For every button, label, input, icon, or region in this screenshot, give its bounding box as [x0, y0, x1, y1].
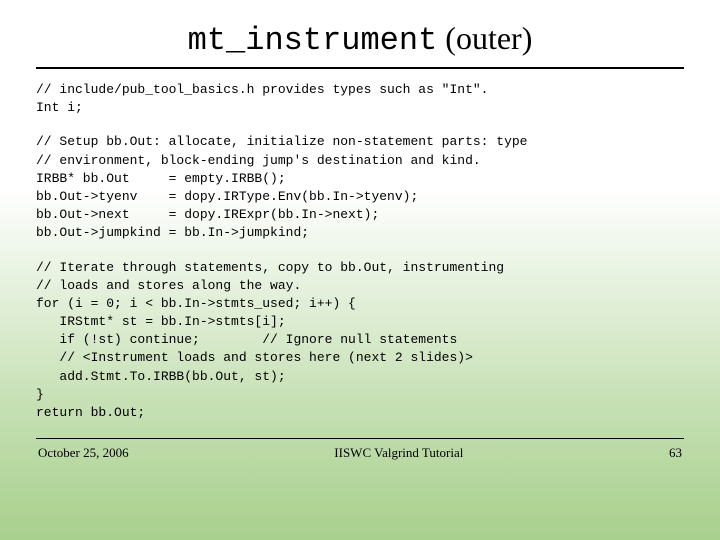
footer-divider: [36, 438, 684, 439]
page-title: mt_instrument (outer): [36, 20, 684, 59]
footer-date: October 25, 2006: [38, 445, 129, 461]
title-divider: [36, 67, 684, 69]
footer: October 25, 2006 IISWC Valgrind Tutorial…: [36, 445, 684, 461]
code-block-3: // Iterate through statements, copy to b…: [36, 259, 684, 423]
code-block-2: // Setup bb.Out: allocate, initialize no…: [36, 133, 684, 242]
page-number: 63: [669, 445, 682, 461]
title-mono: mt_instrument: [188, 22, 438, 59]
slide: mt_instrument (outer) // include/pub_too…: [0, 0, 720, 540]
footer-title: IISWC Valgrind Tutorial: [334, 445, 463, 461]
title-rest: (outer): [437, 20, 532, 56]
code-block-1: // include/pub_tool_basics.h provides ty…: [36, 81, 684, 117]
